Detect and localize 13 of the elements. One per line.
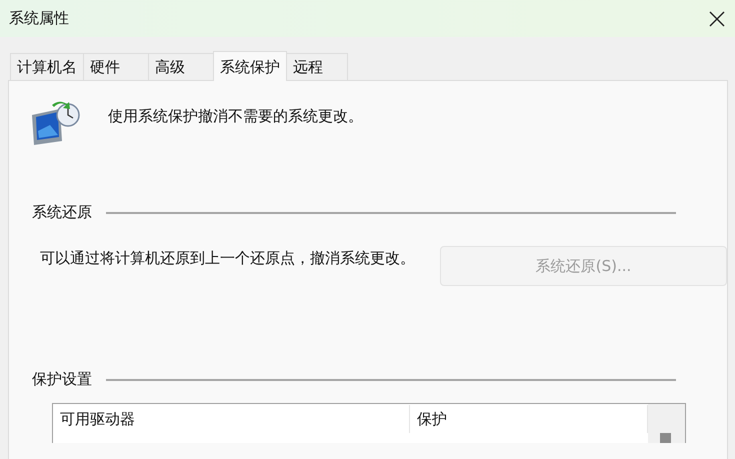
intro-text: 使用系统保护撤消不需要的系统更改。 (108, 107, 363, 126)
close-icon[interactable] (709, 10, 725, 26)
window-title: 系统属性 (9, 9, 69, 28)
tab[interactable]: 计算机名 (10, 53, 84, 80)
scrollbar[interactable] (648, 404, 685, 443)
section-heading: 保护设置 (32, 370, 92, 389)
tab[interactable]: 远程 (286, 53, 348, 80)
column-header[interactable]: 可用驱动器 (53, 405, 410, 433)
section-heading: 系统还原 (32, 203, 92, 222)
tab[interactable]: 系统保护 (213, 51, 287, 81)
computer-restore-icon (30, 101, 82, 147)
restore-description: 可以通过将计算机还原到上一个还原点，撤消系统更改。 (40, 248, 416, 269)
scroll-thumb[interactable] (660, 433, 671, 443)
